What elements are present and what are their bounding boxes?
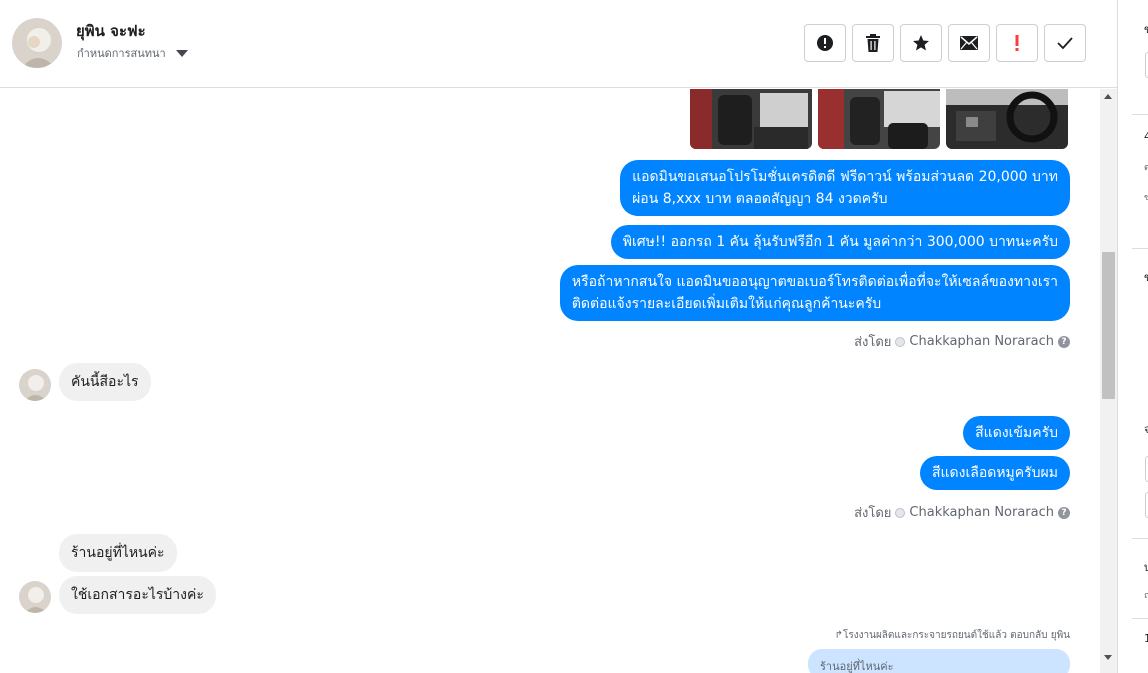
outgoing-message[interactable]: หรือถ้าหากสนใจ แอดมินขออนุญาตขอเบอร์โทรต… (559, 265, 1070, 321)
sidebar-text: ต (1144, 163, 1148, 173)
caret-down-icon (175, 49, 188, 57)
car-dashboard-photo[interactable] (946, 89, 1068, 149)
star-button[interactable] (900, 24, 942, 62)
envelope-icon (960, 36, 978, 50)
outgoing-message[interactable]: สีแดงเลือดหมูครับผม (919, 456, 1070, 490)
mark-done-button[interactable] (1044, 24, 1086, 62)
reply-arrow-icon: ↱ (834, 630, 843, 641)
sent-by-label: ส่งโดย Chakkaphan Norarach ? (854, 502, 1070, 523)
alert-circle-icon (817, 35, 833, 51)
message-thread: แอดมินขอเสนอโปรโมชั่นเครดิตดี ฟรีดาวน์ พ… (0, 89, 1100, 673)
help-icon[interactable]: ? (1058, 506, 1070, 519)
sidebar-text: บ (1144, 561, 1148, 574)
message-text: สีแดงเข้มครับ (975, 425, 1058, 441)
sidebar-divider (1132, 538, 1148, 539)
message-scrollbar[interactable] (1100, 89, 1117, 673)
reply-note: ↱โรงงานผลิตและกระจายรถยนต์ใช้แล้ว ตอบกลั… (835, 628, 1070, 643)
check-icon (1057, 37, 1073, 49)
message-text: ร้านอยู่ที่ไหนค่ะ (71, 545, 165, 561)
incoming-message[interactable]: ใช้เอกสารอะไรบ้างค่ะ (59, 576, 216, 614)
quoted-reply-bubble[interactable]: ร้านอยู่ที่ไหนค่ะ (808, 649, 1070, 673)
sidebar-text: ข (1144, 193, 1148, 203)
check-circle-icon (895, 336, 906, 347)
delete-button[interactable] (852, 24, 894, 62)
conversation-toolbar (804, 24, 1086, 62)
message-text: แอดมินขอเสนอโปรโมชั่นเครดิตดี ฟรีดาวน์ พ… (632, 169, 1058, 185)
contact-avatar[interactable] (12, 18, 62, 68)
sent-by-prefix: ส่งโดย (854, 506, 892, 521)
reply-note-text: โรงงานผลิตและกระจายรถยนต์ใช้แล้ว ตอบกลับ… (842, 630, 1070, 641)
car-interior-photo[interactable] (818, 89, 940, 149)
check-circle-icon (895, 507, 906, 518)
sidebar-text: 1 (1144, 632, 1148, 645)
sidebar-divider (1132, 114, 1148, 115)
sidebar-text: ข (1144, 23, 1148, 36)
conversation-header: ยุพิน จะฟะ กำหนดการสนทนา (0, 0, 1117, 88)
scroll-up-arrow-icon[interactable] (1104, 94, 1112, 99)
assign-conversation-dropdown[interactable]: กำหนดการสนทนา (77, 44, 188, 62)
message-text: ใช้เอกสารอะไรบ้างค่ะ (71, 587, 204, 603)
message-text: คันนี้สีอะไร (71, 374, 139, 390)
message-text: ผ่อน 8,xxx บาท ตลอดสัญญา 84 งวดครับ (632, 191, 888, 207)
exclamation-icon (1015, 35, 1019, 51)
sidebar-text: 4 (1144, 130, 1148, 143)
scrollbar-thumb[interactable] (1102, 252, 1115, 399)
sidebar-divider (1132, 618, 1148, 619)
sidebar-text: ข (1144, 271, 1148, 284)
scroll-down-arrow-icon[interactable] (1104, 655, 1112, 660)
photo-attachments (690, 89, 1068, 149)
message-text: พิเศษ!! ออกรถ 1 คัน ลุ้นรับฟรีอีก 1 คัน … (622, 234, 1058, 250)
message-text: ติดต่อแจ้งรายละเอียดเพิ่มเติมให้แก่คุณลู… (571, 296, 882, 312)
star-icon (913, 35, 929, 51)
follow-up-button[interactable] (996, 24, 1038, 62)
sender-name[interactable]: Chakkaphan Norarach (909, 505, 1054, 520)
assign-conversation-label: กำหนดการสนทนา (77, 47, 166, 60)
message-text: สีแดงเลือดหมูครับผม (931, 465, 1058, 481)
outgoing-message[interactable]: แอดมินขอเสนอโปรโมชั่นเครดิตดี ฟรีดาวน์ พ… (620, 160, 1070, 216)
help-icon[interactable]: ? (1058, 335, 1070, 348)
sidebar-text: ถ (1144, 591, 1148, 601)
sender-name[interactable]: Chakkaphan Norarach (909, 334, 1054, 349)
sidebar-text: จ (1144, 423, 1148, 436)
details-sidebar: ข 4 ต ข ข จ บ ถ 1 (1117, 0, 1148, 673)
mark-unread-button[interactable] (948, 24, 990, 62)
incoming-message[interactable]: คันนี้สีอะไร (59, 363, 151, 401)
sidebar-divider (1132, 248, 1148, 249)
message-text: หรือถ้าหากสนใจ แอดมินขออนุญาตขอเบอร์โทรต… (571, 274, 1058, 290)
contact-avatar[interactable] (19, 369, 51, 401)
messenger-inbox: ยุพิน จะฟะ กำหนดการสนทนา แอดมินขอเสนอโปร… (0, 0, 1148, 673)
sent-by-prefix: ส่งโดย (854, 335, 892, 350)
outgoing-message[interactable]: พิเศษ!! ออกรถ 1 คัน ลุ้นรับฟรีอีก 1 คัน … (610, 225, 1070, 259)
contact-name: ยุพิน จะฟะ (76, 22, 146, 40)
outgoing-message[interactable]: สีแดงเข้มครับ (963, 416, 1070, 450)
trash-icon (866, 34, 880, 52)
sent-by-label: ส่งโดย Chakkaphan Norarach ? (854, 331, 1070, 352)
contact-avatar[interactable] (19, 581, 51, 613)
quoted-text: ร้านอยู่ที่ไหนค่ะ (820, 660, 894, 673)
mark-spam-button[interactable] (804, 24, 846, 62)
car-interior-photo[interactable] (690, 89, 812, 149)
incoming-message[interactable]: ร้านอยู่ที่ไหนค่ะ (59, 534, 177, 572)
